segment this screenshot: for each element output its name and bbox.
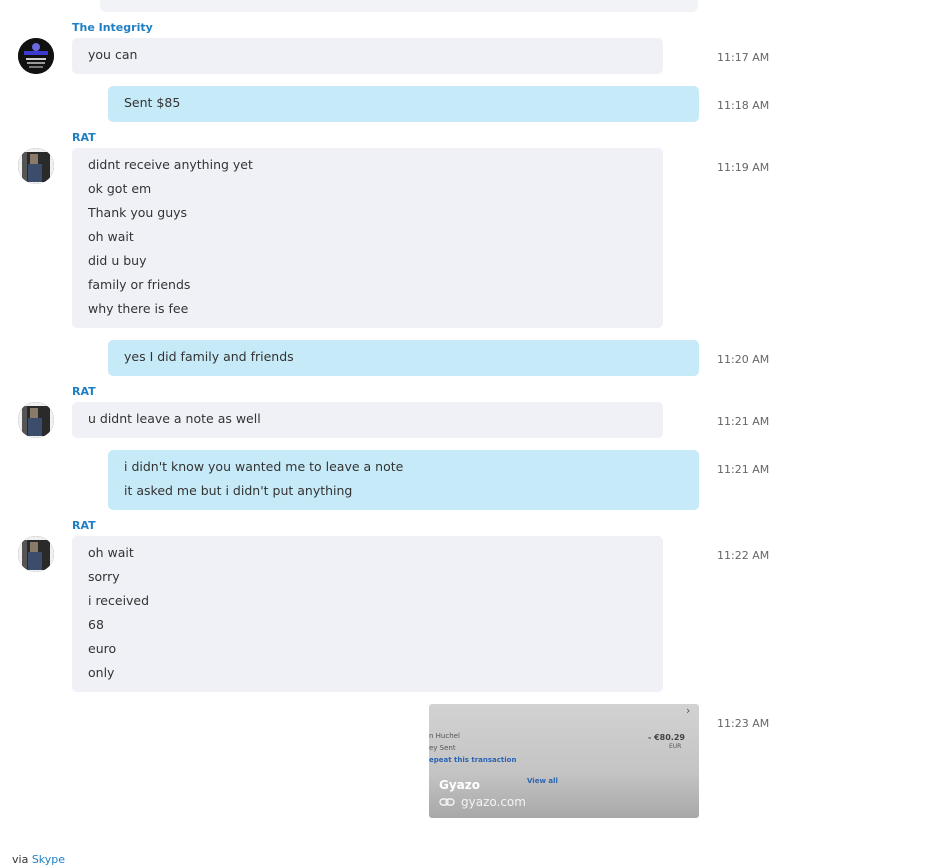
avatar[interactable] [18, 402, 54, 438]
thumbnail-name: n Huchel [429, 732, 460, 740]
link-icon [439, 798, 455, 806]
message-timestamp: 11:17 AM [717, 51, 770, 64]
message-bubble-outgoing[interactable]: i didn't know you wanted me to leave a n… [108, 450, 699, 510]
avatar[interactable] [18, 148, 54, 184]
message-text: sorry [88, 569, 120, 584]
sender-name[interactable]: RAT [72, 519, 96, 532]
message-bubble-outgoing[interactable]: Sent $85 [108, 86, 699, 122]
chevron-right-icon: › [686, 704, 691, 717]
message-text: i didn't know you wanted me to leave a n… [124, 459, 404, 474]
message-text: i received [88, 593, 150, 608]
link-preview-host: gyazo.com [461, 795, 526, 809]
message-timestamp: 11:21 AM [717, 415, 770, 428]
message-text: didnt receive anything yet [88, 157, 253, 172]
thumbnail-view-all: View all [527, 777, 558, 785]
message-text: euro [88, 641, 117, 656]
sender-name[interactable]: RAT [72, 385, 96, 398]
avatar[interactable] [18, 536, 54, 572]
message-text: did u buy [88, 253, 147, 268]
message-timestamp: 11:22 AM [717, 549, 770, 562]
thumbnail-status: ey Sent [429, 744, 456, 752]
message-text: only [88, 665, 115, 680]
footer-via: via Skype [12, 853, 65, 866]
footer-prefix: via [12, 853, 29, 866]
message-bubble[interactable]: oh wait sorry i received 68 euro only [72, 536, 663, 692]
message-text: you can [88, 47, 138, 62]
message-bubble[interactable]: you can [72, 38, 663, 74]
message-timestamp: 11:19 AM [717, 161, 770, 174]
message-bubble[interactable]: didnt receive anything yet ok got em Tha… [72, 148, 663, 328]
message-text: why there is fee [88, 301, 189, 316]
message-text: family or friends [88, 277, 191, 292]
message-text: it asked me but i didn't put anything [124, 483, 353, 498]
skype-link[interactable]: Skype [32, 853, 65, 866]
message-text: Sent $85 [124, 95, 181, 110]
message-timestamp: 11:18 AM [717, 99, 770, 112]
message-text: 68 [88, 617, 104, 632]
avatar[interactable] [18, 38, 54, 74]
sender-name[interactable]: The Integrity [72, 21, 153, 34]
message-text: ok got em [88, 181, 152, 196]
message-text: oh wait [88, 545, 134, 560]
link-preview-card[interactable]: n Huchel ey Sent epeat this transaction … [429, 704, 699, 818]
message-bubble-outgoing[interactable]: yes I did family and friends [108, 340, 699, 376]
thumbnail-repeat-link: epeat this transaction [429, 756, 517, 764]
message-timestamp: 11:23 AM [717, 717, 770, 730]
link-preview-title: Gyazo [439, 778, 480, 792]
message-timestamp: 11:20 AM [717, 353, 770, 366]
message-text: oh wait [88, 229, 134, 244]
message-text: u didnt leave a note as well [88, 411, 261, 426]
previous-message-edge [100, 0, 698, 12]
message-timestamp: 11:21 AM [717, 463, 770, 476]
thumbnail-amount: - €80.29 [648, 733, 685, 742]
message-bubble[interactable]: u didnt leave a note as well [72, 402, 663, 438]
sender-name[interactable]: RAT [72, 131, 96, 144]
message-text: yes I did family and friends [124, 349, 294, 364]
thumbnail-currency: EUR [669, 743, 682, 750]
message-text: Thank you guys [88, 205, 188, 220]
